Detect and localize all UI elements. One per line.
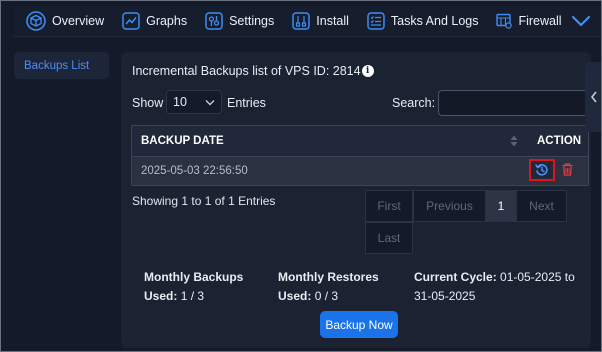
current-cycle-end: 31-05-2025 — [414, 289, 476, 303]
cube-icon — [26, 11, 46, 31]
settings-sliders-icon — [205, 12, 223, 30]
monthly-backups-label: Monthly Backups — [144, 270, 244, 284]
sidebar-item-label: Backups List — [24, 59, 90, 72]
used-label: Used: — [278, 289, 312, 303]
top-nav: Overview Graphs Settings Install Tasks A… — [14, 6, 602, 37]
nav-label: Install — [316, 14, 349, 28]
card-title: Incremental Backups list of VPS ID: 2814… — [132, 64, 374, 78]
sidebar-item-backups-list[interactable]: Backups List — [14, 52, 109, 79]
monthly-restores-label: Monthly Restores — [278, 270, 379, 284]
restore-button[interactable] — [529, 159, 555, 181]
nav-install[interactable]: Install — [283, 6, 358, 36]
table-row: 2025-05-03 22:56:50 — [132, 157, 588, 185]
install-icon — [292, 12, 311, 30]
nav-label: Firewall — [518, 14, 562, 28]
restore-icon — [535, 164, 548, 176]
nav-label: Tasks And Logs — [390, 14, 479, 28]
show-label: Show — [132, 96, 164, 110]
delete-button[interactable] — [562, 163, 573, 179]
card-title-text: Incremental Backups list of VPS ID: 2814 — [132, 64, 361, 78]
pagination-next[interactable]: Next — [516, 190, 567, 222]
chevron-down-icon — [571, 15, 590, 27]
nav-firewall[interactable]: Firewall — [487, 6, 570, 36]
firewall-icon — [496, 13, 513, 29]
monthly-backups-used: 1 / 3 — [180, 289, 205, 303]
nav-graphs[interactable]: Graphs — [113, 6, 196, 36]
monthly-backups-stat: Monthly Backups Used: 1 / 3 — [144, 268, 243, 306]
side-panel-toggle[interactable] — [585, 62, 602, 132]
entries-label: Entries — [227, 96, 266, 110]
monthly-restores-stat: Monthly Restores Used: 0 / 3 — [278, 268, 379, 306]
pagination-last[interactable]: Last — [365, 222, 413, 254]
line-chart-icon — [122, 12, 140, 30]
backup-date-cell: 2025-05-03 22:56:50 — [141, 165, 248, 177]
chevron-left-icon — [590, 91, 597, 103]
pagination-first[interactable]: First — [365, 190, 413, 222]
monthly-restores-used: 0 / 3 — [314, 289, 339, 303]
backups-card: Incremental Backups list of VPS ID: 2814… — [121, 52, 591, 348]
chevron-down-icon — [205, 99, 215, 105]
nav-settings[interactable]: Settings — [196, 6, 283, 36]
sort-icon[interactable] — [510, 135, 518, 147]
table-header: BACKUP DATE ACTION — [132, 126, 588, 157]
used-label: Used: — [144, 289, 178, 303]
showing-entries-text: Showing 1 to 1 of 1 Entries — [132, 194, 276, 208]
nav-label: Settings — [229, 14, 275, 28]
backups-table: BACKUP DATE ACTION 2025-05-03 22:56:50 — [131, 125, 589, 186]
nav-overview[interactable]: Overview — [14, 6, 113, 36]
page-size-value: 10 — [173, 95, 187, 109]
pagination-page-1[interactable]: 1 — [486, 190, 516, 222]
column-header-backup-date[interactable]: BACKUP DATE — [141, 135, 224, 147]
column-header-action: ACTION — [537, 135, 582, 147]
backup-now-button[interactable]: Backup Now — [320, 311, 398, 338]
nav-tasks-and-logs[interactable]: Tasks And Logs — [358, 6, 488, 36]
search-input[interactable] — [438, 90, 588, 116]
page-size-select[interactable]: 10 — [166, 90, 222, 114]
current-cycle-stat: Current Cycle: 01-05-2025 to 31-05-2025 — [414, 268, 575, 306]
trash-icon — [562, 163, 573, 176]
nav-label: Overview — [52, 14, 105, 28]
current-cycle-label: Current Cycle: — [414, 270, 497, 284]
tasks-list-icon — [367, 12, 385, 30]
search-label: Search: — [392, 96, 436, 110]
info-icon[interactable]: i — [361, 65, 374, 77]
nav-label: Graphs — [146, 14, 188, 28]
nav-toggle-button[interactable] — [571, 14, 591, 28]
current-cycle-start: 01-05-2025 to — [500, 270, 575, 284]
pagination-previous[interactable]: Previous — [413, 190, 486, 222]
